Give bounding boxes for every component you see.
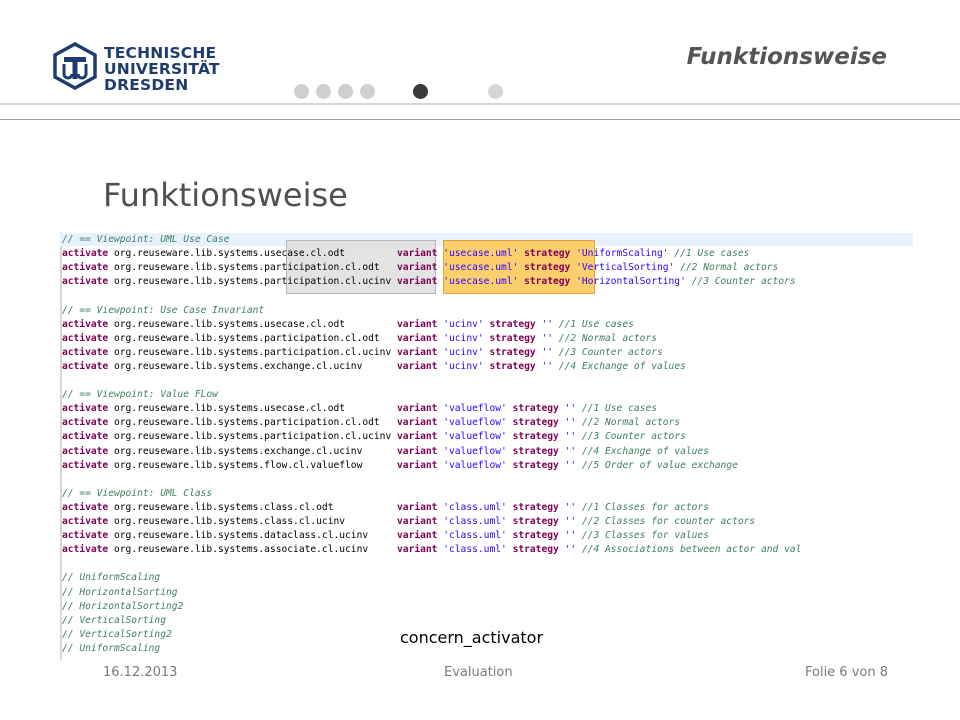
code-line: activate org.reuseware.lib.systems.useca… <box>62 403 657 415</box>
code-line: activate org.reuseware.lib.systems.parti… <box>62 332 657 344</box>
code-line: // HorizontalSorting2 <box>62 600 184 612</box>
code-line: activate org.reuseware.lib.systems.useca… <box>62 318 634 330</box>
header-divider <box>0 103 960 105</box>
code-line: activate org.reuseware.lib.systems.parti… <box>62 417 681 429</box>
code-line: activate org.reuseware.lib.systems.excha… <box>62 360 686 372</box>
code-line: activate org.reuseware.lib.systems.class… <box>62 516 756 527</box>
progress-dot <box>316 84 331 99</box>
code-line: activate org.reuseware.lib.systems.excha… <box>62 445 709 457</box>
code-line: activate org.reuseware.lib.systems.class… <box>62 501 709 513</box>
code-line: // == Viewpoint: Use Case Invariant <box>62 304 265 316</box>
footer-date: 16.12.2013 <box>103 665 178 680</box>
progress-dot <box>488 84 503 99</box>
progress-dot-current <box>413 84 428 99</box>
code-line: activate org.reuseware.lib.systems.assoc… <box>62 544 802 556</box>
code-line: // UniformScaling <box>62 572 161 584</box>
code-line: // == Viewpoint: UML Class <box>62 487 213 499</box>
code-line: // == Viewpoint: Value FLow <box>62 389 218 401</box>
progress-dot <box>360 84 375 99</box>
slide-progress-dots <box>0 0 960 120</box>
code-line: activate org.reuseware.lib.systems.flow.… <box>62 459 738 471</box>
code-line: // VerticalSorting <box>62 614 166 626</box>
header-divider <box>0 119 960 120</box>
slide-title: Funktionsweise <box>103 176 348 214</box>
progress-dot <box>294 84 309 99</box>
footer-page-number: Folie 6 von 8 <box>804 665 888 680</box>
code-line: activate org.reuseware.lib.systems.parti… <box>62 431 686 443</box>
code-line: // HorizontalSorting <box>62 586 178 598</box>
code-line: activate org.reuseware.lib.systems.parti… <box>62 346 663 358</box>
code-line: // == Viewpoint: UML Use Case <box>62 234 230 245</box>
code-line: // VerticalSorting2 <box>62 628 172 640</box>
code-line: activate org.reuseware.lib.systems.parti… <box>62 262 779 274</box>
code-line: activate org.reuseware.lib.systems.useca… <box>62 248 750 260</box>
footer-section: Evaluation <box>444 665 513 680</box>
progress-dot <box>338 84 353 99</box>
slide-caption: concern_activator <box>398 628 546 647</box>
code-line: activate org.reuseware.lib.systems.datac… <box>62 530 709 542</box>
code-line: // UniformScaling <box>62 642 161 654</box>
code-editor-panel: // == Viewpoint: UML Use Case activate or… <box>60 232 913 660</box>
code-line: activate org.reuseware.lib.systems.parti… <box>62 276 796 288</box>
